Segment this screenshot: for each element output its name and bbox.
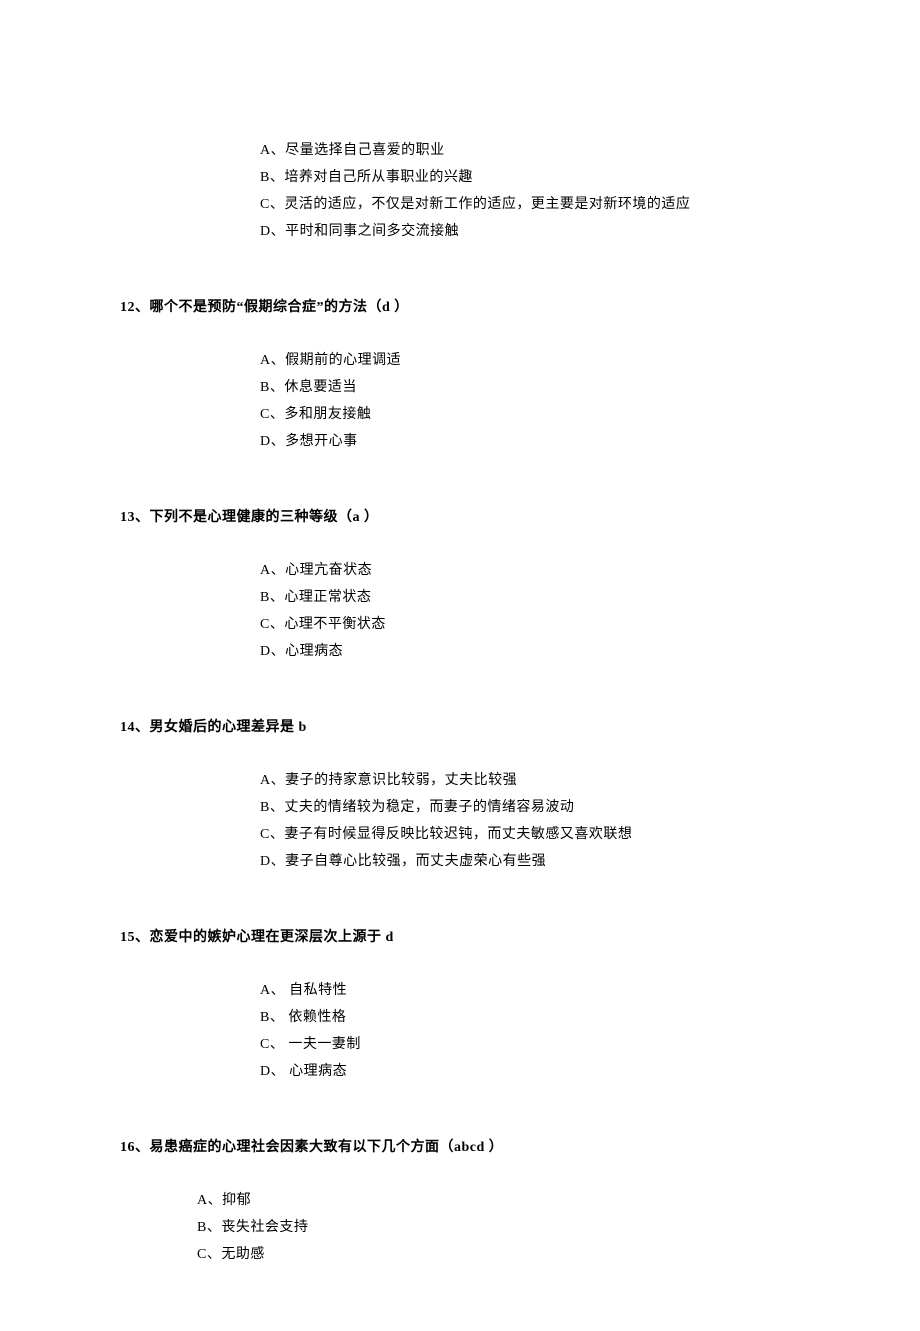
q12-stem: 12、哪个不是预防“假期综合症”的方法（d ）	[120, 297, 800, 318]
q11-option-a: A、尽量选择自己喜爱的职业	[260, 140, 800, 161]
q14-option-a: A、妻子的持家意识比较弱，丈夫比较强	[260, 770, 800, 791]
q15-option-a: A、 自私特性	[260, 980, 800, 1001]
q12-option-a: A、假期前的心理调适	[260, 350, 800, 371]
q11-options: A、尽量选择自己喜爱的职业 B、培养对自己所从事职业的兴趣 C、灵活的适应，不仅…	[260, 140, 800, 242]
q12-option-d: D、多想开心事	[260, 431, 800, 452]
q13-option-c: C、心理不平衡状态	[260, 614, 800, 635]
q15-option-b: B、 依赖性格	[260, 1007, 800, 1028]
q14-option-b: B、丈夫的情绪较为稳定，而妻子的情绪容易波动	[260, 797, 800, 818]
q15-option-d: D、 心理病态	[260, 1061, 800, 1082]
q12-options: A、假期前的心理调适 B、休息要适当 C、多和朋友接触 D、多想开心事	[260, 350, 800, 452]
q16-stem: 16、易患癌症的心理社会因素大致有以下几个方面（abcd ）	[120, 1137, 800, 1158]
q16-option-a: A、抑郁	[197, 1190, 800, 1211]
q15-option-c: C、 一夫一妻制	[260, 1034, 800, 1055]
q14-option-d: D、妻子自尊心比较强，而丈夫虚荣心有些强	[260, 851, 800, 872]
q14-option-c: C、妻子有时候显得反映比较迟钝，而丈夫敏感又喜欢联想	[260, 824, 800, 845]
q16-options: A、抑郁 B、丧失社会支持 C、无助感	[197, 1190, 800, 1265]
q15-options: A、 自私特性 B、 依赖性格 C、 一夫一妻制 D、 心理病态	[260, 980, 800, 1082]
q13-option-b: B、心理正常状态	[260, 587, 800, 608]
q15-stem: 15、恋爱中的嫉妒心理在更深层次上源于 d	[120, 927, 800, 948]
q16-option-b: B、丧失社会支持	[197, 1217, 800, 1238]
q13-stem: 13、下列不是心理健康的三种等级（a ）	[120, 507, 800, 528]
q12-option-c: C、多和朋友接触	[260, 404, 800, 425]
q14-stem: 14、男女婚后的心理差异是 b	[120, 717, 800, 738]
q13-option-a: A、心理亢奋状态	[260, 560, 800, 581]
q13-options: A、心理亢奋状态 B、心理正常状态 C、心理不平衡状态 D、心理病态	[260, 560, 800, 662]
q11-option-b: B、培养对自己所从事职业的兴趣	[260, 167, 800, 188]
q16-option-c: C、无助感	[197, 1244, 800, 1265]
q12-option-b: B、休息要适当	[260, 377, 800, 398]
q14-options: A、妻子的持家意识比较弱，丈夫比较强 B、丈夫的情绪较为稳定，而妻子的情绪容易波…	[260, 770, 800, 872]
q13-option-d: D、心理病态	[260, 641, 800, 662]
q11-option-c: C、灵活的适应，不仅是对新工作的适应，更主要是对新环境的适应	[260, 194, 800, 215]
q11-option-d: D、平时和同事之间多交流接触	[260, 221, 800, 242]
document-page: A、尽量选择自己喜爱的职业 B、培养对自己所从事职业的兴趣 C、灵活的适应，不仅…	[0, 0, 920, 1331]
